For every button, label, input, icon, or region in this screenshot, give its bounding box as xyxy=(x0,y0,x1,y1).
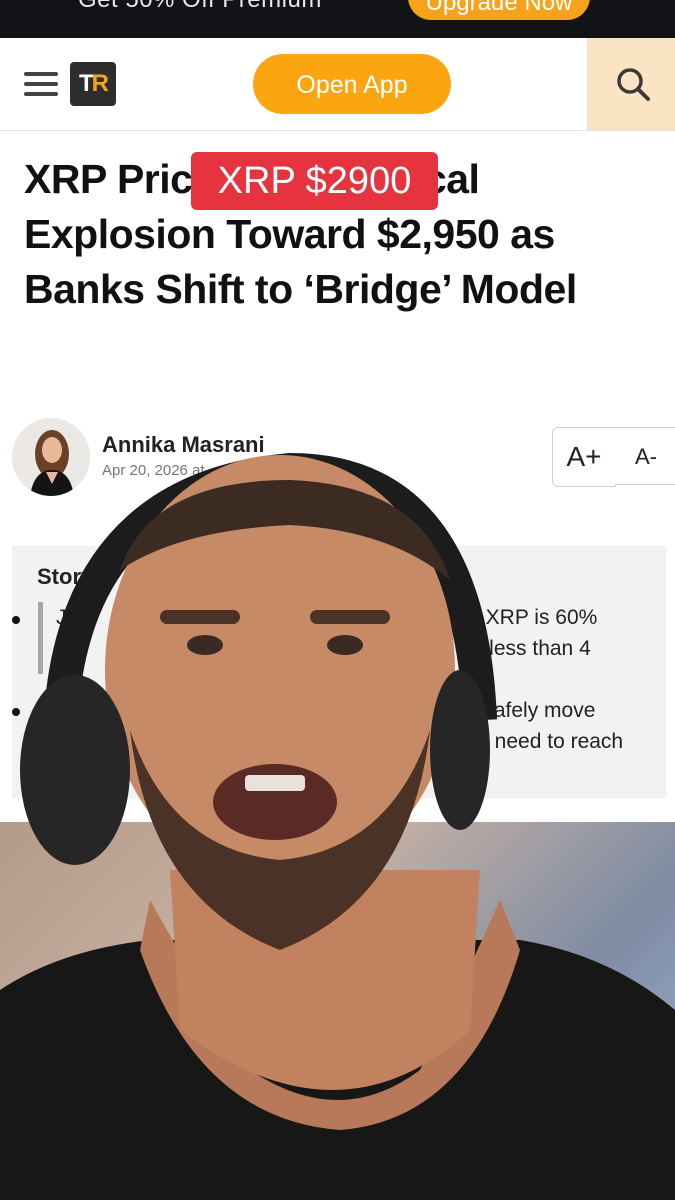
open-app-button[interactable]: Open App xyxy=(253,54,451,114)
search-button[interactable] xyxy=(587,38,675,130)
upgrade-button[interactable]: Upgrade Now xyxy=(408,0,590,20)
promo-banner: Get 50% Off Premium Upgrade Now xyxy=(0,0,675,38)
facecam-person xyxy=(0,452,675,1200)
hamburger-menu-icon[interactable] xyxy=(24,72,58,96)
site-logo[interactable]: TR xyxy=(70,62,116,106)
site-header: TR Open App xyxy=(0,38,675,131)
price-overlay-badge: XRP $2900 xyxy=(191,152,438,210)
search-icon xyxy=(617,68,650,101)
promo-text: Get 50% Off Premium xyxy=(78,0,322,14)
